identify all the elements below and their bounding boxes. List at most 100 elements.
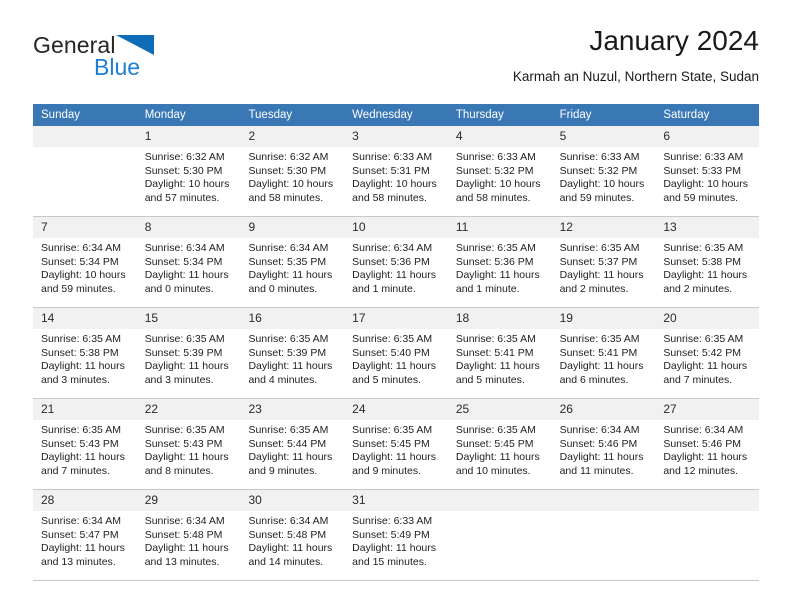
- day-cell[interactable]: 25 Sunrise: 6:35 AM Sunset: 5:45 PM Dayligh…: [447, 399, 552, 489]
- day-cell[interactable]: 14 Sunrise: 6:35 AM Sunset: 5:38 PM Dayligh…: [33, 308, 137, 398]
- day-number: 6: [655, 126, 760, 147]
- weekday-header-sunday: Sunday: [41, 109, 81, 121]
- day-cell[interactable]: 24 Sunrise: 6:35 AM Sunset: 5:45 PM Dayligh…: [344, 399, 448, 489]
- sunrise-time: Sunrise: 6:33 AM: [455, 151, 536, 163]
- day-details: Sunrise: 6:34 AM Sunset: 5:34 PM Daylight:…: [33, 238, 137, 296]
- day-cell[interactable]: 30 Sunrise: 6:34 AM Sunset: 5:48 PM Dayligh…: [240, 490, 345, 580]
- daylight-duration-line2: and 4 minutes.: [248, 373, 318, 386]
- daylight-duration-line2: and 0 minutes.: [248, 282, 318, 295]
- day-cell[interactable]: 13 Sunrise: 6:35 AM Sunset: 5:38 PM Dayligh…: [655, 217, 760, 307]
- sunrise-time: Sunrise: 6:35 AM: [663, 333, 744, 345]
- day-cell[interactable]: 10 Sunrise: 6:34 AM Sunset: 5:36 PM Dayligh…: [344, 217, 448, 307]
- day-details: Sunrise: 6:35 AM Sunset: 5:41 PM Daylight:…: [448, 329, 552, 387]
- sunset-time: Sunset: 5:38 PM: [41, 346, 119, 359]
- sunrise-time: Sunrise: 6:34 AM: [41, 242, 121, 254]
- day-cell-empty: [551, 490, 656, 580]
- day-number: 27: [655, 399, 760, 420]
- daylight-duration-line1: Daylight: 10 hours: [41, 269, 126, 282]
- day-number: 21: [33, 399, 137, 420]
- day-details: Sunrise: 6:35 AM Sunset: 5:45 PM Daylight:…: [448, 420, 552, 478]
- title-block: January 2024 Karmah an Nuzul, Northern S…: [513, 24, 759, 87]
- sunset-time: Sunset: 5:45 PM: [352, 437, 430, 450]
- weekday-header-saturday: Saturday: [663, 109, 710, 121]
- general-blue-logo[interactable]: General Blue: [33, 32, 273, 88]
- day-cell[interactable]: 17 Sunrise: 6:35 AM Sunset: 5:40 PM Dayligh…: [344, 308, 448, 398]
- day-cell[interactable]: 2 Sunrise: 6:32 AM Sunset: 5:30 PM Daylight…: [240, 126, 345, 216]
- daylight-duration-line2: and 7 minutes.: [663, 373, 733, 386]
- day-cell[interactable]: 3 Sunrise: 6:33 AM Sunset: 5:31 PM Daylight…: [344, 126, 448, 216]
- daylight-duration-line2: and 1 minute.: [455, 282, 520, 295]
- day-cell[interactable]: 18 Sunrise: 6:35 AM Sunset: 5:41 PM Dayligh…: [447, 308, 552, 398]
- day-cell[interactable]: 7 Sunrise: 6:34 AM Sunset: 5:34 PM Daylight…: [33, 217, 137, 307]
- sunrise-time: Sunrise: 6:34 AM: [559, 424, 640, 436]
- day-details: Sunrise: 6:34 AM Sunset: 5:35 PM Daylight:…: [240, 238, 344, 296]
- day-cell[interactable]: 15 Sunrise: 6:35 AM Sunset: 5:39 PM Dayligh…: [136, 308, 241, 398]
- page-subtitle: Karmah an Nuzul, Northern State, Sudan: [512, 69, 759, 84]
- day-cell[interactable]: 4 Sunrise: 6:33 AM Sunset: 5:32 PM Daylight…: [447, 126, 552, 216]
- day-number: 23: [240, 399, 345, 420]
- day-number: 24: [344, 399, 448, 420]
- page-title: January 2024: [589, 25, 759, 56]
- day-cell[interactable]: 22 Sunrise: 6:35 AM Sunset: 5:43 PM Dayligh…: [136, 399, 241, 489]
- daylight-duration-line1: Daylight: 11 hours: [352, 451, 437, 464]
- daylight-duration-line2: and 10 minutes.: [455, 464, 531, 477]
- day-cell[interactable]: 9 Sunrise: 6:34 AM Sunset: 5:35 PM Daylight…: [240, 217, 345, 307]
- day-cell[interactable]: 5 Sunrise: 6:33 AM Sunset: 5:32 PM Daylight…: [551, 126, 656, 216]
- day-cell[interactable]: 23 Sunrise: 6:35 AM Sunset: 5:44 PM Dayligh…: [240, 399, 345, 489]
- day-cell[interactable]: 12 Sunrise: 6:35 AM Sunset: 5:37 PM Dayligh…: [551, 217, 656, 307]
- day-cell[interactable]: 8 Sunrise: 6:34 AM Sunset: 5:34 PM Daylight…: [136, 217, 241, 307]
- calendar-week-row: 7 Sunrise: 6:34 AM Sunset: 5:34 PM Daylight…: [33, 217, 760, 308]
- day-cell[interactable]: 6 Sunrise: 6:33 AM Sunset: 5:33 PM Daylight…: [655, 126, 760, 216]
- sunset-time: Sunset: 5:40 PM: [352, 346, 430, 359]
- sunrise-time: Sunrise: 6:35 AM: [248, 424, 329, 436]
- sunrise-time: Sunrise: 6:32 AM: [144, 151, 225, 163]
- daylight-duration-line1: Daylight: 11 hours: [144, 360, 229, 373]
- daylight-duration-line2: and 58 minutes.: [455, 191, 531, 204]
- calendar-week-row: 28 Sunrise: 6:34 AM Sunset: 5:47 PM Dayligh…: [33, 490, 760, 581]
- day-cell[interactable]: 29 Sunrise: 6:34 AM Sunset: 5:48 PM Dayligh…: [136, 490, 241, 580]
- sunset-time: Sunset: 5:39 PM: [248, 346, 327, 359]
- day-number: 28: [33, 490, 137, 511]
- daylight-duration-line2: and 1 minute.: [352, 282, 416, 295]
- weekday-header-monday: Monday: [144, 109, 186, 121]
- sunset-time: Sunset: 5:48 PM: [144, 528, 223, 541]
- sunrise-time: Sunrise: 6:34 AM: [248, 242, 329, 254]
- day-details: Sunrise: 6:34 AM Sunset: 5:46 PM Daylight:…: [655, 420, 759, 478]
- daylight-duration-line1: Daylight: 11 hours: [663, 269, 748, 282]
- day-cell[interactable]: 26 Sunrise: 6:34 AM Sunset: 5:46 PM Dayligh…: [551, 399, 656, 489]
- day-cell[interactable]: 31 Sunrise: 6:33 AM Sunset: 5:49 PM Dayligh…: [344, 490, 448, 580]
- day-details: Sunrise: 6:33 AM Sunset: 5:49 PM Daylight:…: [344, 511, 448, 569]
- daylight-duration-line1: Daylight: 11 hours: [663, 360, 748, 373]
- day-cell[interactable]: 21 Sunrise: 6:35 AM Sunset: 5:43 PM Dayligh…: [33, 399, 137, 489]
- daylight-duration-line2: and 2 minutes.: [663, 282, 733, 295]
- sunset-time: Sunset: 5:47 PM: [41, 528, 119, 541]
- sunrise-time: Sunrise: 6:34 AM: [144, 242, 225, 254]
- daylight-duration-line1: Daylight: 11 hours: [352, 360, 437, 373]
- sunset-time: Sunset: 5:30 PM: [144, 164, 223, 177]
- daylight-duration-line2: and 15 minutes.: [352, 555, 427, 568]
- day-details: Sunrise: 6:35 AM Sunset: 5:38 PM Daylight:…: [655, 238, 759, 296]
- daylight-duration-line1: Daylight: 11 hours: [248, 269, 333, 282]
- day-cell[interactable]: 16 Sunrise: 6:35 AM Sunset: 5:39 PM Dayligh…: [240, 308, 345, 398]
- sunrise-time: Sunrise: 6:35 AM: [455, 242, 536, 254]
- day-number: [655, 490, 760, 511]
- daylight-duration-line1: Daylight: 10 hours: [352, 178, 437, 191]
- day-number: 3: [344, 126, 448, 147]
- weekday-header-row: Sunday Monday Tuesday Wednesday Thursday Frid…: [33, 104, 759, 126]
- day-cell[interactable]: 19 Sunrise: 6:35 AM Sunset: 5:41 PM Dayligh…: [551, 308, 656, 398]
- day-cell[interactable]: 27 Sunrise: 6:34 AM Sunset: 5:46 PM Dayligh…: [655, 399, 760, 489]
- daylight-duration-line1: Daylight: 10 hours: [559, 178, 645, 191]
- day-cell[interactable]: 11 Sunrise: 6:35 AM Sunset: 5:36 PM Dayligh…: [447, 217, 552, 307]
- sunrise-time: Sunrise: 6:35 AM: [559, 333, 640, 345]
- day-cell[interactable]: 20 Sunrise: 6:35 AM Sunset: 5:42 PM Dayligh…: [655, 308, 760, 398]
- sunrise-time: Sunrise: 6:32 AM: [248, 151, 329, 163]
- daylight-duration-line2: and 13 minutes.: [41, 555, 116, 568]
- sunset-time: Sunset: 5:39 PM: [144, 346, 223, 359]
- daylight-duration-line1: Daylight: 11 hours: [559, 269, 644, 282]
- sunrise-time: Sunrise: 6:35 AM: [41, 333, 121, 345]
- day-number: 25: [447, 399, 552, 420]
- day-cell[interactable]: 1 Sunrise: 6:32 AM Sunset: 5:30 PM Daylight…: [136, 126, 241, 216]
- day-number: [33, 126, 137, 147]
- day-cell[interactable]: 28 Sunrise: 6:34 AM Sunset: 5:47 PM Dayligh…: [33, 490, 137, 580]
- day-number: 12: [551, 217, 656, 238]
